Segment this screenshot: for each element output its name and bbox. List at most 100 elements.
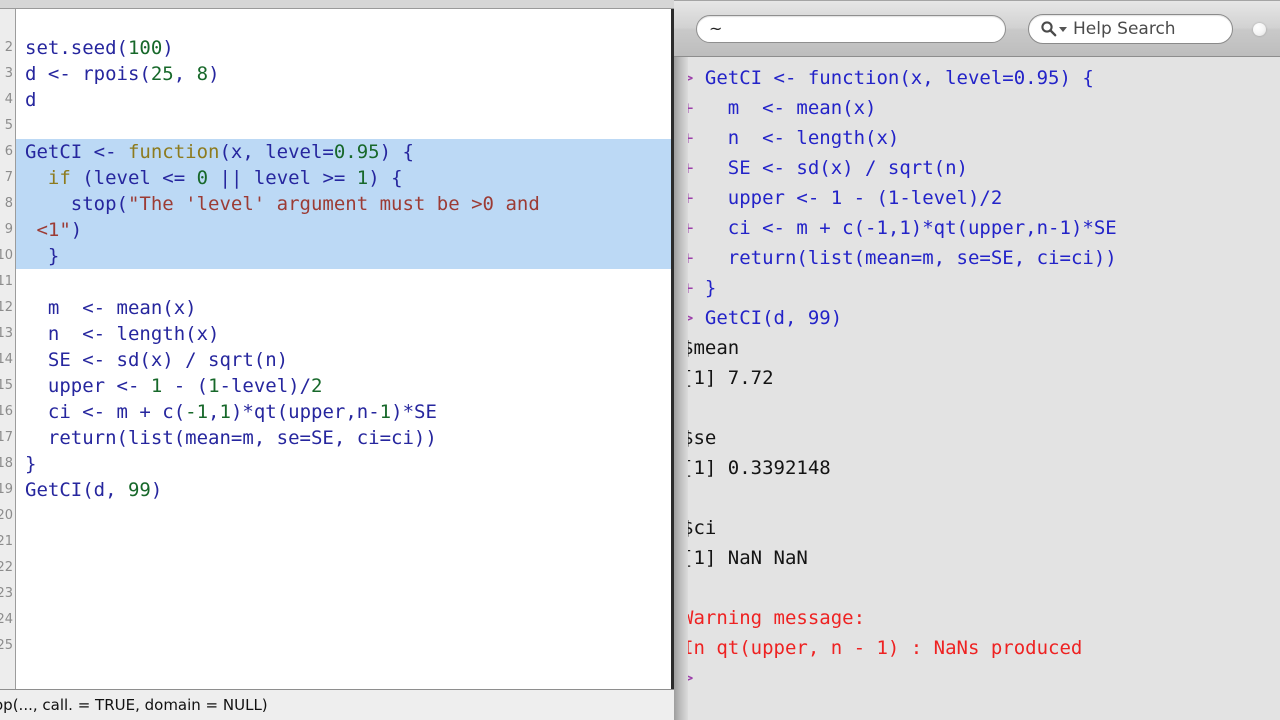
source-editor-window: 2345678910111213141516171819202122232425… xyxy=(0,0,674,720)
code-line[interactable]: SE <- sd(x) / sqrt(n) xyxy=(16,347,671,373)
code-token-id: ) xyxy=(162,37,174,59)
console-line-input: + } xyxy=(674,273,1280,303)
console-line-text: [1] NaN NaN xyxy=(682,547,808,569)
working-directory-value: ~ xyxy=(709,19,723,38)
line-number: 15 xyxy=(0,378,13,393)
console-line-text xyxy=(682,577,693,599)
line-number: 20 xyxy=(0,508,13,523)
line-number: 3 xyxy=(4,66,13,81)
console-line-output: [1] 0.3392148 xyxy=(674,453,1280,483)
console-line-text: In qt(upper, n - 1) : NaNs produced xyxy=(682,637,1083,659)
code-token-id: ) { xyxy=(368,167,403,189)
console-line-input: + upper <- 1 - (1-level)/2 xyxy=(674,183,1280,213)
code-line-selected[interactable]: stop("The 'level' argument must be >0 an… xyxy=(16,191,671,217)
code-line[interactable] xyxy=(16,113,671,139)
code-token-id: return(list(mean=m, se=SE, ci=ci)) xyxy=(25,427,437,449)
code-line-selected[interactable]: if (level <= 0 || level >= 1) { xyxy=(16,165,671,191)
console-output-area[interactable]: > GetCI <- function(x, level=0.95) {+ m … xyxy=(674,57,1280,720)
console-line-blank xyxy=(674,483,1280,513)
code-token-id: GetCI(d, xyxy=(25,479,128,501)
line-number: 11 xyxy=(0,274,13,289)
line-number: 6 xyxy=(4,144,13,159)
console-prompt: + xyxy=(682,247,705,269)
code-token-id xyxy=(25,167,48,189)
code-token-num: 0 xyxy=(196,167,209,189)
console-line-text xyxy=(682,487,693,509)
console-line-text: m <- mean(x) xyxy=(704,97,877,119)
console-line-text xyxy=(705,667,716,689)
code-token-id: upper <- xyxy=(25,375,151,397)
console-line-output: $se xyxy=(674,423,1280,453)
code-token-str: "The 'level' argument must be >0 and xyxy=(127,193,540,215)
code-token-num: 1 xyxy=(356,167,369,189)
console-toolbar: ~ Help Search xyxy=(674,0,1280,57)
console-line-input: + ci <- m + c(-1,1)*qt(upper,n-1)*SE xyxy=(674,213,1280,243)
resize-handle-dot[interactable] xyxy=(1253,23,1266,36)
console-prompt: + xyxy=(682,217,705,239)
code-token-id: -level)/ xyxy=(219,375,312,397)
console-prompt: + xyxy=(682,187,705,209)
code-line-selected[interactable]: GetCI <- function(x, level=0.95) { xyxy=(16,139,671,165)
code-line[interactable]: return(list(mean=m, se=SE, ci=ci)) xyxy=(16,425,671,451)
code-token-num: 99 xyxy=(127,479,151,501)
editor-code-area[interactable]: set.seed(100) d <- rpois(25, 8) d GetCI <-… xyxy=(16,9,671,689)
code-token-id: ) xyxy=(208,63,220,85)
code-token-num: 25 xyxy=(150,63,174,85)
editor-line-number-gutter: 2345678910111213141516171819202122232425 xyxy=(0,9,16,689)
code-line[interactable]: ci <- m + c(-1,1)*qt(upper,n-1)*SE xyxy=(16,399,671,425)
code-token-id: )*SE xyxy=(391,401,437,423)
code-line[interactable]: set.seed(100) xyxy=(16,35,671,61)
line-number: 10 xyxy=(0,248,13,263)
working-directory-field[interactable]: ~ xyxy=(696,14,1006,43)
console-prompt: + xyxy=(682,157,705,179)
console-prompt: > xyxy=(682,667,705,689)
code-token-id: d xyxy=(25,89,37,111)
editor-body[interactable]: 2345678910111213141516171819202122232425… xyxy=(0,9,674,689)
code-line[interactable] xyxy=(16,269,671,295)
console-line-blank xyxy=(674,393,1280,423)
code-token-num: 0.95 xyxy=(333,141,380,163)
code-line[interactable]: n <- length(x) xyxy=(16,321,671,347)
help-search-box[interactable]: Help Search xyxy=(1028,13,1233,44)
code-line-selected[interactable]: <1") xyxy=(16,217,671,243)
line-number: 24 xyxy=(0,612,13,627)
code-token-num: -1 xyxy=(185,401,209,423)
code-token-num: 1 xyxy=(219,401,231,423)
chevron-down-icon[interactable] xyxy=(1059,27,1067,32)
console-line-text: SE <- sd(x) / sqrt(n) xyxy=(704,157,968,179)
code-token-num: 1 xyxy=(150,375,163,397)
console-line-list: > GetCI <- function(x, level=0.95) {+ m … xyxy=(674,63,1280,693)
code-token-fn: function xyxy=(127,141,220,163)
line-number: 12 xyxy=(0,300,13,315)
code-line[interactable]: d <- rpois(25, 8) xyxy=(16,61,671,87)
code-line[interactable]: GetCI(d, 99) xyxy=(16,477,671,503)
code-token-id: ci <- m + c( xyxy=(25,401,186,423)
line-number: 7 xyxy=(4,170,13,185)
console-prompt: + xyxy=(682,127,705,149)
code-line-selected[interactable]: } xyxy=(16,243,671,269)
code-line[interactable]: m <- mean(x) xyxy=(16,295,671,321)
code-token-id: d <- rpois( xyxy=(25,63,151,85)
console-line-text: $ci xyxy=(682,517,717,539)
console-line-text: $se xyxy=(682,427,717,449)
code-token-id: GetCI <- xyxy=(25,141,128,163)
console-prompt: > xyxy=(682,67,705,89)
line-number: 17 xyxy=(0,430,13,445)
code-token-id: stop( xyxy=(25,193,128,215)
console-line-text: Warning message: xyxy=(682,607,866,629)
code-line[interactable]: d xyxy=(16,87,671,113)
console-line-text: return(list(mean=m, se=SE, ci=ci)) xyxy=(704,247,1117,269)
line-number: 21 xyxy=(0,534,13,549)
code-token-id: ) xyxy=(70,219,83,241)
console-line-text: [1] 0.3392148 xyxy=(682,457,831,479)
line-number: 22 xyxy=(0,560,13,575)
code-line[interactable]: } xyxy=(16,451,671,477)
help-search-label: Help Search xyxy=(1073,18,1176,39)
code-line[interactable]: upper <- 1 - (1-level)/2 xyxy=(16,373,671,399)
line-number: 4 xyxy=(4,92,13,107)
editor-title-strip xyxy=(0,0,674,9)
line-number: 13 xyxy=(0,326,13,341)
code-token-id: , xyxy=(173,63,197,85)
code-token-id: } xyxy=(25,245,60,267)
line-number: 8 xyxy=(4,196,13,211)
